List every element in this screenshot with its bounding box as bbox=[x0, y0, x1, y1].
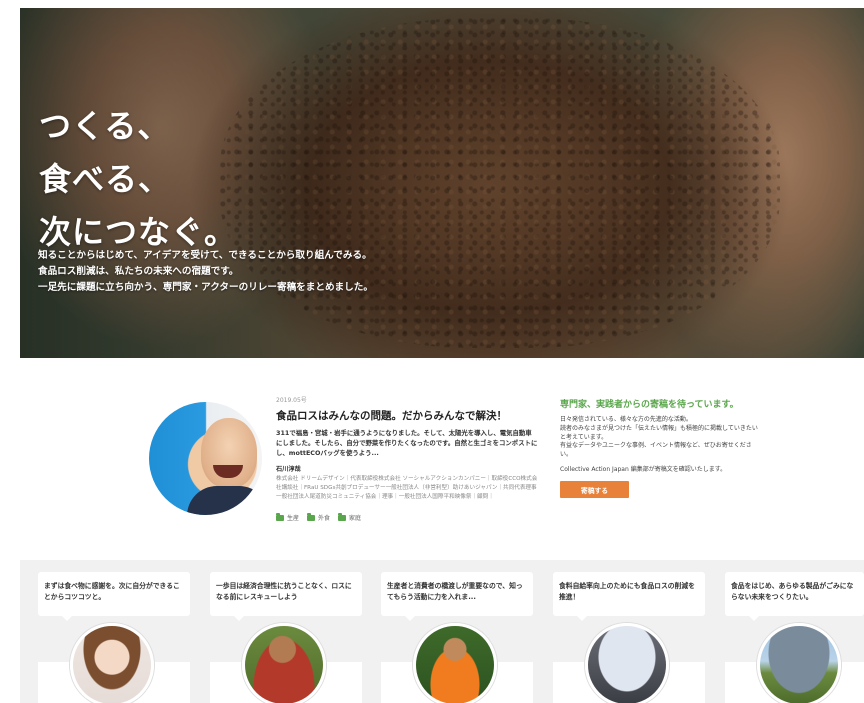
contributor-photo bbox=[70, 623, 154, 703]
card-caption: まずは食べ物に感謝を。次に自分ができることからコツコツと。 bbox=[38, 572, 190, 621]
contributor-card[interactable]: 食品をはじめ、あらゆる製品がごみにならない未来をつくりたい。 bbox=[725, 572, 864, 703]
tag-link[interactable]: 外食 bbox=[307, 512, 330, 522]
article-excerpt: 311で福島・宮城・岩手に通うようになりました。そして、太陽光を導入し、電気自動… bbox=[276, 429, 538, 457]
author-name: 石川淳哉 bbox=[276, 466, 301, 473]
hero-title-line: 食べる、 bbox=[39, 160, 172, 198]
hero-title-line: つくる、 bbox=[39, 107, 171, 145]
article-title[interactable]: 食品ロスはみんなの問題。だからみんなで解決！ bbox=[276, 408, 507, 423]
hero-banner: つくる、 食べる、 次につなぐ。 知ることからはじめて、アイデアを受けて、できる… bbox=[20, 8, 864, 358]
author-avatar[interactable] bbox=[149, 402, 262, 515]
contributor-photo bbox=[242, 623, 326, 703]
card-caption: 生産者と消費者の橋渡しが重要なので、知ってもらう活動に力を入れま... bbox=[381, 572, 533, 621]
contributor-card[interactable]: 食料自給率向上のためにも食品ロスの削減を推進！ bbox=[553, 572, 708, 703]
tag-link[interactable]: 家庭 bbox=[338, 512, 361, 522]
contribute-description: 日々発信されている、様々な方の先進的な活動。 読者のみなさまが見つけた「伝えたい… bbox=[560, 416, 760, 460]
hero-lead-line: 知ることからはじめて、アイデアを受けて、できることから取り組んでみる。 bbox=[38, 250, 372, 261]
contribute-button[interactable]: 寄稿する bbox=[560, 481, 629, 498]
article-tags: 生産 外食 家庭 bbox=[276, 512, 361, 522]
contributor-card[interactable]: 生産者と消費者の橋渡しが重要なので、知ってもらう活動に力を入れま... bbox=[381, 572, 536, 703]
card-caption: 食品をはじめ、あらゆる製品がごみにならない未来をつくりたい。 bbox=[725, 572, 864, 621]
card-caption: 一歩目は経済合理性に抗うことなく、ロスになる前にレスキューしよう bbox=[210, 572, 362, 621]
card-caption: 食料自給率向上のためにも食品ロスの削減を推進！ bbox=[553, 572, 705, 621]
hero-lead-line: 食品ロス削減は、私たちの未来への宿題です。 bbox=[38, 266, 239, 277]
contribute-text-line: 日々発信されている、様々な方の先進的な活動。 bbox=[560, 416, 692, 423]
contribute-heading: 専門家、実践者からの寄稿を待っています。 bbox=[560, 400, 739, 410]
contributor-card[interactable]: まずは食べ物に感謝を。次に自分ができることからコツコツと。 bbox=[38, 572, 193, 703]
tag-link[interactable]: 生産 bbox=[276, 512, 299, 522]
hero-lead: 知ることからはじめて、アイデアを受けて、できることから取り組んでみる。 食品ロス… bbox=[38, 248, 373, 296]
folder-icon bbox=[338, 512, 347, 521]
contribute-text-line: 読者のみなさまが見つけた「伝えたい情報」も積極的に掲載していきたいと考えています… bbox=[560, 424, 758, 441]
folder-icon bbox=[307, 512, 316, 521]
contributor-photo bbox=[413, 623, 497, 703]
article-date: 2019.05号 bbox=[276, 397, 307, 404]
contributor-photo bbox=[757, 623, 841, 703]
contribute-note: Collective Action Japan 編集部が寄稿文を確認いたします。 bbox=[560, 466, 727, 473]
author-affiliation: 株式会社 ドリームデザイン｜代表取締役株式会社 ソーシャルアクションカンパニー｜… bbox=[276, 476, 538, 500]
contributor-photo bbox=[585, 623, 669, 703]
folder-icon bbox=[276, 512, 284, 521]
contributor-card[interactable]: 一歩目は経済合理性に抗うことなく、ロスになる前にレスキューしよう bbox=[210, 572, 365, 703]
hero-lead-line: 一足先に課題に立ち向かう、専門家・アクターのリレー寄稿をまとめました。 bbox=[38, 282, 373, 293]
contribute-text-line: 有益なデータやユニークな事例、イベント情報など、ぜひお寄せください。 bbox=[560, 442, 752, 459]
hero-title: つくる、 食べる、 次につなぐ。 bbox=[39, 100, 237, 259]
